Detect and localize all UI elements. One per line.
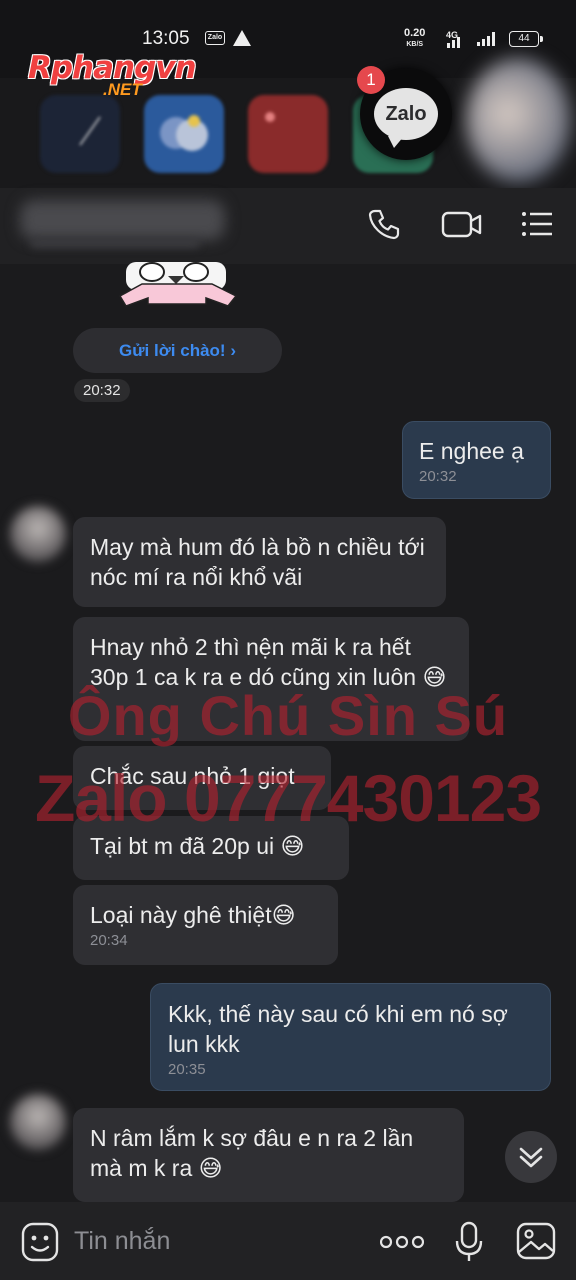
phone-icon[interactable] <box>366 206 402 242</box>
sender-avatar[interactable] <box>10 1094 66 1150</box>
contact-status-blurred <box>30 238 200 248</box>
battery-icon: 44 <box>509 31 543 47</box>
blurred-avatar <box>466 58 570 182</box>
message-time: 20:32 <box>74 379 130 402</box>
message-time: 20:34 <box>90 932 128 949</box>
warning-icon <box>233 30 251 46</box>
message-bubble-outgoing[interactable]: Kkk, thế này sau có khi em nó sợ lun kkk… <box>150 983 551 1091</box>
send-greeting-button[interactable]: Gửi lời chào! › <box>73 328 282 373</box>
sticker-image <box>112 262 242 312</box>
zalo-notification-icon: Zalo <box>205 31 225 45</box>
image-gallery-icon[interactable] <box>516 1222 556 1265</box>
signal-icon <box>447 34 460 48</box>
video-call-icon[interactable] <box>441 206 483 242</box>
emoji-icon[interactable] <box>21 1222 59 1267</box>
message-time: 20:35 <box>168 1061 206 1078</box>
app-icon <box>144 95 224 173</box>
message-bubble-incoming[interactable]: N râm lắm k sợ đâu e n ra 2 lần mà m k r… <box>73 1108 464 1202</box>
message-time: 20:32 <box>419 468 457 485</box>
scroll-to-bottom-button[interactable] <box>505 1131 557 1183</box>
microphone-icon[interactable] <box>455 1221 483 1268</box>
watermark-text: Ông Chú Sìn Sú <box>67 684 509 747</box>
status-time: 13:05 <box>142 28 190 49</box>
message-input[interactable]: Tin nhắn <box>74 1227 170 1256</box>
contact-name-blurred[interactable] <box>20 200 225 240</box>
double-chevron-down-icon <box>519 1147 543 1168</box>
network-speed: 0.20 KB/S <box>404 27 426 49</box>
zalo-logo-icon: Zalo <box>374 88 438 148</box>
unread-badge: 1 <box>357 66 385 94</box>
message-bubble-incoming[interactable]: May mà hum đó là bồ n chiều tới nóc mí r… <box>73 517 446 607</box>
signal-icon <box>477 32 495 46</box>
app-icon <box>248 95 328 173</box>
message-bubble-incoming[interactable]: Loại này ghê thiệt😅 20:34 <box>73 885 338 965</box>
watermark-text: Zalo 0777430123 <box>34 761 542 835</box>
site-logo-suffix: .NET <box>103 80 142 99</box>
more-options-icon[interactable] <box>379 1234 425 1255</box>
message-bubble-outgoing[interactable]: E nghee ạ 20:32 <box>402 421 551 499</box>
menu-list-icon[interactable] <box>519 206 555 242</box>
app-icon <box>40 95 120 173</box>
sender-avatar[interactable] <box>10 506 66 562</box>
